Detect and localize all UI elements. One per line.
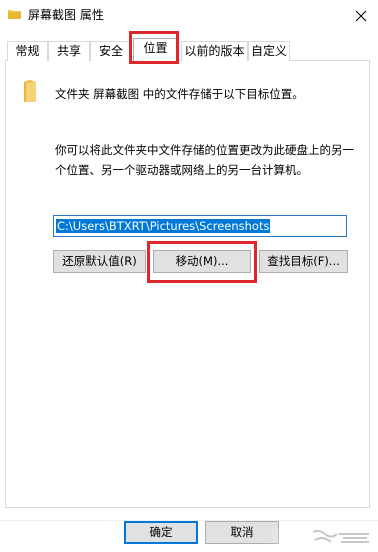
path-input[interactable]: C:\Users\BTXRT\Pictures\Screenshots [53, 215, 347, 237]
tab-general[interactable]: 常规 [7, 41, 48, 61]
tab-previous-versions[interactable]: 以前的版本 [181, 41, 248, 61]
find-target-button[interactable]: 查找目标(F)... [259, 250, 348, 273]
tab-sharing[interactable]: 共享 [48, 41, 90, 61]
watermark-logo [312, 529, 369, 543]
tab-location[interactable]: 位置 [133, 38, 178, 62]
tab-security[interactable]: 安全 [90, 41, 132, 61]
restore-default-button[interactable]: 还原默认值(R) [53, 250, 146, 273]
close-icon [355, 10, 367, 21]
title-bar: 屏幕截图 属性 [0, 0, 378, 31]
folder-icon [8, 10, 21, 19]
close-button[interactable] [346, 1, 376, 30]
move-button[interactable]: 移动(M)... [153, 250, 251, 273]
ok-button[interactable]: 确定 [124, 521, 198, 544]
location-description: 你可以将此文件夹中文件存储的位置更改为此硬盘上的另一个位置、另一个驱动器或网络上… [55, 143, 354, 177]
window-title: 屏幕截图 属性 [28, 8, 104, 22]
tab-customize[interactable]: 自定义 [248, 41, 290, 61]
path-value: C:\Users\BTXRT\Pictures\Screenshots [56, 219, 271, 233]
tab-panel [5, 60, 370, 508]
location-heading: 文件夹 屏幕截图 中的文件存储于以下目标位置。 [55, 87, 304, 101]
folder-icon [24, 80, 36, 102]
